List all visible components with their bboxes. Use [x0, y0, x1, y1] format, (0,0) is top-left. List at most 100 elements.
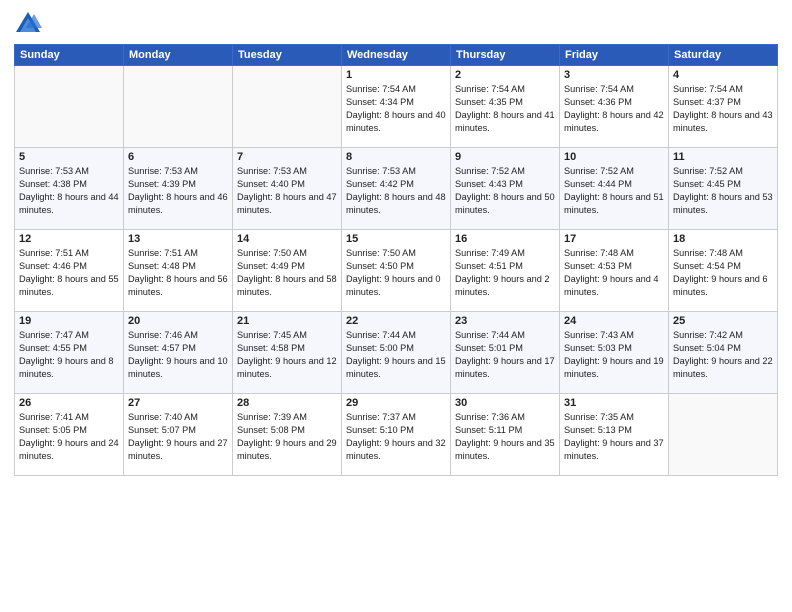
cell-text: Sunset: 4:37 PM: [673, 96, 773, 109]
cell-text: Sunrise: 7:51 AM: [128, 247, 228, 260]
cell-text: Daylight: 9 hours and 2 minutes.: [455, 273, 555, 299]
cell-text: Daylight: 8 hours and 48 minutes.: [346, 191, 446, 217]
cell-text: Sunrise: 7:39 AM: [237, 411, 337, 424]
day-number: 14: [237, 233, 337, 245]
day-number: 25: [673, 315, 773, 327]
cell-text: Sunset: 4:55 PM: [19, 342, 119, 355]
calendar-cell: [669, 394, 778, 476]
cell-text: Daylight: 9 hours and 22 minutes.: [673, 355, 773, 381]
cell-text: Sunset: 4:38 PM: [19, 178, 119, 191]
cell-text: Daylight: 8 hours and 50 minutes.: [455, 191, 555, 217]
cell-text: Daylight: 8 hours and 47 minutes.: [237, 191, 337, 217]
cell-text: Sunrise: 7:52 AM: [673, 165, 773, 178]
cell-text: Sunrise: 7:53 AM: [19, 165, 119, 178]
cell-text: Sunset: 5:01 PM: [455, 342, 555, 355]
weekday-header-thursday: Thursday: [451, 45, 560, 66]
cell-text: Sunset: 4:50 PM: [346, 260, 446, 273]
day-number: 27: [128, 397, 228, 409]
day-number: 21: [237, 315, 337, 327]
cell-text: Sunrise: 7:54 AM: [564, 83, 664, 96]
cell-text: Sunrise: 7:48 AM: [564, 247, 664, 260]
calendar-cell: 8Sunrise: 7:53 AMSunset: 4:42 PMDaylight…: [342, 148, 451, 230]
cell-text: Daylight: 9 hours and 29 minutes.: [237, 437, 337, 463]
cell-text: Sunset: 5:03 PM: [564, 342, 664, 355]
calendar-table: SundayMondayTuesdayWednesdayThursdayFrid…: [14, 44, 778, 476]
cell-text: Daylight: 9 hours and 35 minutes.: [455, 437, 555, 463]
cell-text: Sunset: 4:43 PM: [455, 178, 555, 191]
weekday-header-saturday: Saturday: [669, 45, 778, 66]
cell-text: Daylight: 9 hours and 8 minutes.: [19, 355, 119, 381]
day-number: 31: [564, 397, 664, 409]
cell-text: Daylight: 9 hours and 15 minutes.: [346, 355, 446, 381]
cell-text: Sunrise: 7:36 AM: [455, 411, 555, 424]
calendar-cell: 20Sunrise: 7:46 AMSunset: 4:57 PMDayligh…: [124, 312, 233, 394]
cell-text: Sunset: 4:58 PM: [237, 342, 337, 355]
day-number: 2: [455, 69, 555, 81]
day-number: 9: [455, 151, 555, 163]
cell-text: Daylight: 8 hours and 46 minutes.: [128, 191, 228, 217]
cell-text: Sunrise: 7:44 AM: [346, 329, 446, 342]
day-number: 19: [19, 315, 119, 327]
cell-text: Daylight: 8 hours and 51 minutes.: [564, 191, 664, 217]
day-number: 5: [19, 151, 119, 163]
cell-text: Sunrise: 7:54 AM: [455, 83, 555, 96]
cell-text: Sunset: 4:54 PM: [673, 260, 773, 273]
calendar-cell: [15, 66, 124, 148]
cell-text: Sunrise: 7:49 AM: [455, 247, 555, 260]
calendar-cell: 28Sunrise: 7:39 AMSunset: 5:08 PMDayligh…: [233, 394, 342, 476]
cell-text: Sunset: 4:36 PM: [564, 96, 664, 109]
calendar-cell: 9 Sunrise: 7:52 AMSunset: 4:43 PMDaylight…: [451, 148, 560, 230]
calendar-cell: 15Sunrise: 7:50 AMSunset: 4:50 PMDayligh…: [342, 230, 451, 312]
cell-text: Sunset: 4:46 PM: [19, 260, 119, 273]
cell-text: Sunrise: 7:50 AM: [237, 247, 337, 260]
cell-text: Sunset: 4:40 PM: [237, 178, 337, 191]
cell-text: Sunset: 4:53 PM: [564, 260, 664, 273]
day-number: 23: [455, 315, 555, 327]
day-number: 3: [564, 69, 664, 81]
cell-text: Daylight: 9 hours and 4 minutes.: [564, 273, 664, 299]
cell-text: Sunset: 4:49 PM: [237, 260, 337, 273]
calendar-cell: 12Sunrise: 7:51 AMSunset: 4:46 PMDayligh…: [15, 230, 124, 312]
cell-text: Sunrise: 7:52 AM: [455, 165, 555, 178]
cell-text: Sunset: 5:05 PM: [19, 424, 119, 437]
cell-text: Sunset: 5:00 PM: [346, 342, 446, 355]
cell-text: Sunrise: 7:37 AM: [346, 411, 446, 424]
cell-text: Sunrise: 7:44 AM: [455, 329, 555, 342]
weekday-header-friday: Friday: [560, 45, 669, 66]
cell-text: Sunrise: 7:40 AM: [128, 411, 228, 424]
cell-text: Sunrise: 7:43 AM: [564, 329, 664, 342]
logo: [14, 10, 44, 38]
day-number: 7: [237, 151, 337, 163]
calendar-cell: 31Sunrise: 7:35 AMSunset: 5:13 PMDayligh…: [560, 394, 669, 476]
calendar-cell: [233, 66, 342, 148]
cell-text: Sunrise: 7:48 AM: [673, 247, 773, 260]
cell-text: Daylight: 8 hours and 43 minutes.: [673, 109, 773, 135]
cell-text: Daylight: 8 hours and 55 minutes.: [19, 273, 119, 299]
day-number: 4: [673, 69, 773, 81]
cell-text: Daylight: 8 hours and 41 minutes.: [455, 109, 555, 135]
calendar-cell: 14Sunrise: 7:50 AMSunset: 4:49 PMDayligh…: [233, 230, 342, 312]
cell-text: Sunrise: 7:51 AM: [19, 247, 119, 260]
page-header: [14, 10, 778, 38]
day-number: 22: [346, 315, 446, 327]
cell-text: Daylight: 8 hours and 42 minutes.: [564, 109, 664, 135]
logo-icon: [14, 10, 42, 38]
cell-text: Daylight: 9 hours and 0 minutes.: [346, 273, 446, 299]
cell-text: Daylight: 8 hours and 40 minutes.: [346, 109, 446, 135]
day-number: 1: [346, 69, 446, 81]
cell-text: Daylight: 9 hours and 17 minutes.: [455, 355, 555, 381]
cell-text: Sunset: 5:10 PM: [346, 424, 446, 437]
day-number: 24: [564, 315, 664, 327]
cell-text: Sunset: 5:04 PM: [673, 342, 773, 355]
day-number: 11: [673, 151, 773, 163]
calendar-cell: 21Sunrise: 7:45 AMSunset: 4:58 PMDayligh…: [233, 312, 342, 394]
cell-text: Sunrise: 7:54 AM: [346, 83, 446, 96]
cell-text: Sunrise: 7:50 AM: [346, 247, 446, 260]
day-number: 16: [455, 233, 555, 245]
calendar-cell: 16Sunrise: 7:49 AMSunset: 4:51 PMDayligh…: [451, 230, 560, 312]
cell-text: Sunset: 4:42 PM: [346, 178, 446, 191]
calendar-cell: 6Sunrise: 7:53 AMSunset: 4:39 PMDaylight…: [124, 148, 233, 230]
calendar-cell: 5Sunrise: 7:53 AMSunset: 4:38 PMDaylight…: [15, 148, 124, 230]
day-number: 29: [346, 397, 446, 409]
cell-text: Daylight: 9 hours and 6 minutes.: [673, 273, 773, 299]
